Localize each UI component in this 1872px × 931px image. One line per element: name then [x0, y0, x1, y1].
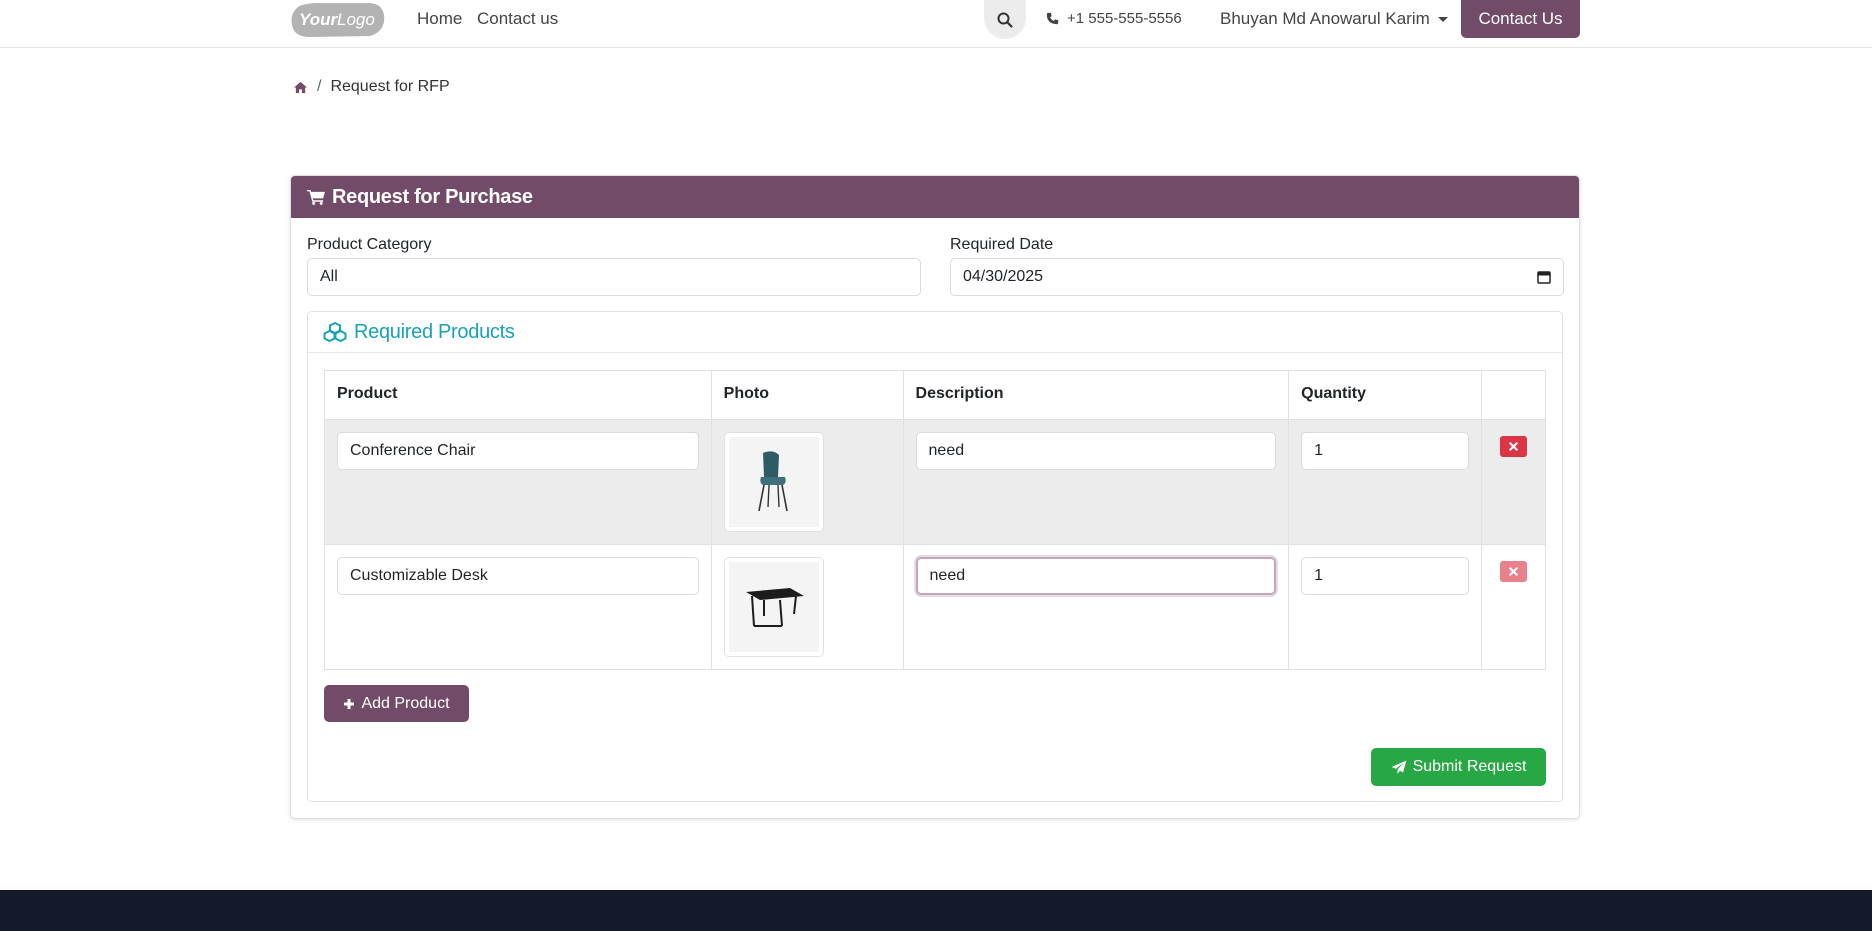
product-input[interactable]: Customizable Desk	[337, 557, 699, 595]
cart-icon	[307, 189, 325, 205]
product-value: Conference Chair	[350, 442, 476, 459]
chair-image	[757, 451, 788, 512]
plus-icon	[344, 698, 355, 709]
photo-cell	[710, 419, 904, 545]
site-footer	[0, 890, 1872, 931]
breadcrumb: / Request for RFP	[293, 78, 450, 96]
quantity-value: 1	[1314, 567, 1324, 584]
product-photo	[723, 557, 824, 657]
photo-cell	[710, 544, 904, 670]
description-input[interactable]: need	[915, 432, 1277, 470]
user-name: Bhuyan Md Anowarul Karim	[1220, 9, 1430, 28]
quantity-input[interactable]: 1	[1301, 557, 1469, 595]
user-menu[interactable]: Bhuyan Md Anowarul Karim	[1220, 9, 1448, 29]
product-value: Customizable Desk	[350, 567, 488, 584]
svg-text:Logo: Logo	[337, 10, 375, 29]
search-icon	[997, 12, 1013, 28]
calendar-icon[interactable]	[1537, 270, 1551, 284]
phone-icon	[1046, 12, 1059, 25]
cubes-icon	[323, 322, 347, 342]
home-icon[interactable]	[293, 81, 308, 94]
description-input[interactable]: need	[915, 557, 1277, 595]
close-icon	[1509, 567, 1518, 576]
contact-us-button[interactable]: Contact Us	[1461, 0, 1580, 38]
required-products-panel: Required Products Product Photo Descript…	[307, 311, 1563, 802]
table-row: Customizable Desk need 1	[324, 544, 1547, 670]
col-description: Description	[902, 370, 1290, 420]
card-title: Request for Purchase	[332, 185, 533, 208]
quantity-cell: 1	[1288, 419, 1482, 545]
site-header: Your Logo Home Contact us +1 555-555-555…	[0, 0, 1872, 48]
actions-cell	[1480, 419, 1547, 545]
required-date-value: 04/30/2025	[963, 268, 1044, 285]
actions-cell	[1480, 544, 1547, 670]
col-actions	[1480, 370, 1547, 420]
desk-image	[745, 588, 804, 627]
submit-request-button[interactable]: Submit Request	[1371, 748, 1546, 786]
description-cell: need	[902, 544, 1290, 670]
remove-row-button[interactable]	[1499, 436, 1527, 457]
product-photo	[723, 432, 824, 532]
phone-number: +1 555-555-5556	[1067, 10, 1182, 27]
col-product: Product	[324, 370, 712, 420]
rfp-form-card: Request for Purchase Product Category Al…	[290, 175, 1580, 819]
quantity-input[interactable]: 1	[1301, 432, 1469, 470]
description-value: need	[928, 442, 965, 459]
col-quantity: Quantity	[1288, 370, 1482, 420]
nav-home-link[interactable]: Home	[417, 9, 462, 29]
description-value: need	[929, 567, 966, 584]
product-input[interactable]: Conference Chair	[337, 432, 699, 470]
card-header: Request for Purchase	[291, 176, 1579, 218]
category-select[interactable]: All	[307, 258, 921, 296]
category-label: Product Category	[307, 236, 432, 253]
paper-plane-icon	[1391, 760, 1407, 774]
products-title: Required Products	[354, 320, 515, 343]
add-product-button[interactable]: Add Product	[324, 685, 469, 722]
table-row: Conference Chair need 1	[324, 419, 1547, 545]
quantity-cell: 1	[1288, 544, 1482, 670]
add-product-label: Add Product	[361, 694, 450, 712]
site-logo[interactable]: Your Logo	[290, 1, 386, 38]
search-button[interactable]	[984, 0, 1026, 39]
product-cell: Customizable Desk	[324, 544, 712, 670]
breadcrumb-current: Request for RFP	[330, 78, 450, 95]
quantity-value: 1	[1314, 442, 1324, 459]
phone-link[interactable]: +1 555-555-5556	[1046, 10, 1182, 27]
category-value: All	[320, 268, 338, 285]
breadcrumb-separator: /	[317, 78, 322, 95]
products-table: Product Photo Description Quantity Confe…	[324, 370, 1547, 670]
submit-request-label: Submit Request	[1412, 758, 1527, 775]
description-cell: need	[902, 419, 1290, 545]
product-cell: Conference Chair	[324, 419, 712, 545]
chevron-down-icon	[1437, 16, 1448, 22]
remove-row-button[interactable]	[1499, 561, 1527, 582]
table-header-row: Product Photo Description Quantity	[324, 370, 1547, 420]
svg-text:Your: Your	[299, 10, 338, 29]
required-date-label: Required Date	[950, 236, 1054, 253]
col-photo: Photo	[710, 370, 904, 420]
required-date-input[interactable]: 04/30/2025	[950, 258, 1564, 296]
products-header: Required Products	[308, 312, 1562, 353]
close-icon	[1509, 442, 1518, 451]
nav-contact-link[interactable]: Contact us	[477, 9, 558, 29]
